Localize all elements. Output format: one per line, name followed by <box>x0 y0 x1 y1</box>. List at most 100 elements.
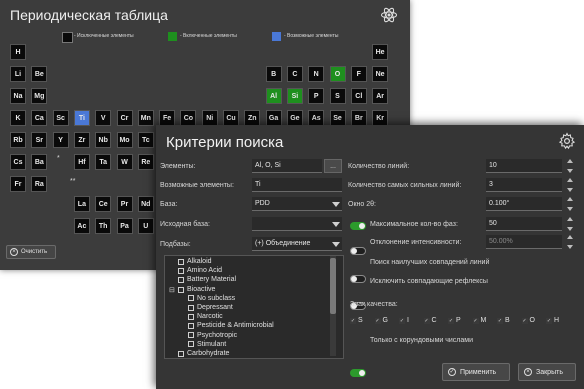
element-cell-p[interactable]: P <box>308 88 325 104</box>
quality-mark-checkbox[interactable]: ✓ C <box>423 317 437 324</box>
browse-elements-button[interactable]: ... <box>324 159 342 173</box>
element-cell-he[interactable]: He <box>372 44 389 60</box>
element-cell-cs[interactable]: Cs <box>10 154 26 170</box>
corundum-only-toggle[interactable] <box>350 369 366 377</box>
possible-elements-input[interactable]: Ti <box>252 178 342 192</box>
element-cell-ti[interactable]: Ti <box>73 110 90 126</box>
best-match-toggle[interactable] <box>350 275 366 283</box>
element-cell-ce[interactable]: Ce <box>95 196 112 212</box>
tree-item[interactable]: Amino Acid <box>169 267 222 274</box>
element-cell-na[interactable]: Na <box>10 88 26 104</box>
element-cell-v[interactable]: V <box>95 110 112 126</box>
element-cell-ra[interactable]: Ra <box>31 176 48 192</box>
tree-checkbox[interactable] <box>178 258 184 265</box>
apply-button[interactable]: ✓ Применить <box>442 363 510 381</box>
element-cell-pr[interactable]: Pr <box>116 196 133 212</box>
element-cell-cr[interactable]: Cr <box>116 110 133 126</box>
element-cell-ca[interactable]: Ca <box>31 110 48 126</box>
element-cell-cl[interactable]: Cl <box>350 88 367 104</box>
tree-item[interactable]: Depressant <box>179 304 233 311</box>
element-cell-th[interactable]: Th <box>95 218 112 234</box>
element-cell-mo[interactable]: Mo <box>116 132 133 148</box>
close-button[interactable]: × Закрыть <box>518 363 576 381</box>
element-cell-nb[interactable]: Nb <box>95 132 112 148</box>
element-cell-c[interactable]: C <box>286 66 303 82</box>
element-cell-tc[interactable]: Tc <box>137 132 154 148</box>
element-cell-f[interactable]: F <box>350 66 367 82</box>
tree-item[interactable]: Psychotropic <box>179 332 237 339</box>
element-cell-y[interactable]: Y <box>52 132 69 148</box>
tree-item[interactable]: Stimulant <box>179 341 226 348</box>
element-cell-b[interactable]: B <box>265 66 282 82</box>
tree-item[interactable]: Battery Material <box>169 276 236 283</box>
tree-checkbox[interactable] <box>188 295 194 302</box>
subdatabases-select[interactable]: (+) Объединение <box>252 237 342 251</box>
element-cell-s[interactable]: S <box>329 88 346 104</box>
quality-mark-checkbox[interactable]: ✓ P <box>448 317 461 324</box>
tree-checkbox[interactable] <box>188 332 194 339</box>
element-cell-hf[interactable]: Hf <box>73 154 90 170</box>
element-cell-u[interactable]: U <box>137 218 154 234</box>
tree-checkbox[interactable] <box>188 304 194 311</box>
element-cell-fr[interactable]: Fr <box>10 176 26 192</box>
element-cell-kr[interactable]: Kr <box>372 110 389 126</box>
element-cell-h[interactable]: H <box>10 44 26 60</box>
element-cell-o[interactable]: O <box>329 66 346 82</box>
tree-item[interactable]: ⊟ Bioactive <box>169 286 215 294</box>
tree-item[interactable]: Alkaloid <box>169 258 212 265</box>
element-cell-rb[interactable]: Rb <box>10 132 26 148</box>
settings-atom-icon[interactable] <box>380 6 398 24</box>
intensity-deviation-spinner[interactable] <box>566 235 574 249</box>
quality-mark-checkbox[interactable]: ✓ S <box>350 317 363 324</box>
quality-mark-checkbox[interactable]: ✓ O <box>521 317 535 324</box>
element-cell-ga[interactable]: Ga <box>265 110 282 126</box>
intensity-deviation-toggle[interactable] <box>350 247 366 255</box>
element-cell-zn[interactable]: Zn <box>244 110 261 126</box>
tree-checkbox[interactable] <box>178 267 184 274</box>
element-cell-ta[interactable]: Ta <box>95 154 112 170</box>
clear-button[interactable]: × Очистить <box>6 245 56 259</box>
max-phases-spinner[interactable] <box>566 217 574 231</box>
max-phases-toggle[interactable] <box>350 222 366 230</box>
element-cell-co[interactable]: Co <box>180 110 197 126</box>
tree-checkbox[interactable] <box>188 313 194 320</box>
quality-mark-checkbox[interactable]: ✓ I <box>399 317 409 324</box>
element-cell-si[interactable]: Si <box>286 88 303 104</box>
window-2theta-spinner[interactable] <box>566 197 574 211</box>
element-cell-cu[interactable]: Cu <box>223 110 239 126</box>
element-cell-n[interactable]: N <box>308 66 325 82</box>
collapse-icon[interactable]: ⊟ <box>169 286 175 294</box>
tree-checkbox[interactable] <box>178 286 184 293</box>
element-cell-re[interactable]: Re <box>137 154 154 170</box>
element-cell-fe[interactable]: Fe <box>159 110 176 126</box>
element-cell-zr[interactable]: Zr <box>73 132 90 148</box>
element-cell-ba[interactable]: Ba <box>31 154 48 170</box>
element-cell-mg[interactable]: Mg <box>31 88 48 104</box>
line-count-spinner[interactable] <box>566 159 574 173</box>
elements-input[interactable]: Al, O, Si <box>252 159 322 173</box>
tree-item[interactable]: Carbohydrate <box>169 350 229 357</box>
max-phases-input[interactable]: 50 <box>486 217 562 231</box>
strongest-lines-input[interactable]: 3 <box>486 178 562 192</box>
element-cell-pa[interactable]: Pa <box>116 218 133 234</box>
chevron-down-icon[interactable] <box>332 222 340 227</box>
element-cell-se[interactable]: Se <box>329 110 346 126</box>
element-cell-as[interactable]: As <box>308 110 325 126</box>
element-cell-ge[interactable]: Ge <box>286 110 303 126</box>
tree-scrollbar-thumb[interactable] <box>330 258 336 314</box>
element-cell-ar[interactable]: Ar <box>372 88 389 104</box>
window-2theta-input[interactable]: 0.100° <box>486 197 562 211</box>
chevron-down-icon[interactable] <box>332 202 340 207</box>
element-cell-br[interactable]: Br <box>350 110 367 126</box>
quality-mark-checkbox[interactable]: ✓ G <box>374 317 388 324</box>
quality-mark-checkbox[interactable]: ✓ M <box>472 317 486 324</box>
tree-checkbox[interactable] <box>178 350 184 357</box>
tree-checkbox[interactable] <box>188 322 194 329</box>
tree-item[interactable]: Narcotic <box>179 313 223 320</box>
line-count-input[interactable]: 10 <box>486 159 562 173</box>
chevron-down-icon[interactable] <box>332 242 340 247</box>
tree-item[interactable]: Pesticide & Antimicrobial <box>179 322 274 329</box>
source-database-select[interactable] <box>252 217 342 231</box>
element-cell-li[interactable]: Li <box>10 66 26 82</box>
element-cell-nd[interactable]: Nd <box>137 196 154 212</box>
